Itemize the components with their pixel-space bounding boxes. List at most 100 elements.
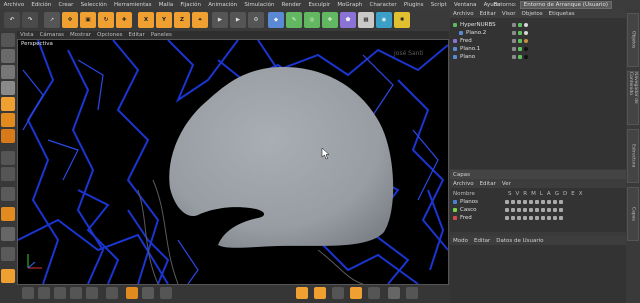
scene-floor-icon[interactable]: ▦: [358, 12, 374, 28]
layer-flag-icon[interactable]: [535, 199, 539, 204]
layer-menu-item-1[interactable]: Editar: [480, 181, 496, 187]
menu-item-7[interactable]: Animación: [205, 2, 241, 8]
right-tab[interactable]: Objetos: [627, 13, 639, 67]
layer-flag-icon[interactable]: [505, 215, 509, 220]
object-row[interactable]: Plano.1: [450, 45, 626, 52]
layer-flag-icon[interactable]: [511, 215, 515, 220]
right-tab[interactable]: Estructura: [627, 129, 639, 183]
object-row[interactable]: Plano.2: [450, 29, 626, 36]
texture-mode-icon[interactable]: [1, 65, 15, 79]
points-mode-icon[interactable]: [1, 97, 15, 111]
layer-flag-icon[interactable]: [553, 215, 557, 220]
layer-flag-icon[interactable]: [529, 207, 533, 212]
pen-spline-icon[interactable]: ✎: [286, 12, 302, 28]
workplane-icon[interactable]: [1, 81, 15, 95]
menu-item-1[interactable]: Edición: [28, 2, 55, 8]
layer-flag-icon[interactable]: [541, 207, 545, 212]
layer-flag-icon[interactable]: [523, 215, 527, 220]
menu-item-11[interactable]: MoGraph: [334, 2, 366, 8]
edges-mode-icon[interactable]: [1, 113, 15, 127]
menu-item-8[interactable]: Simulación: [241, 2, 278, 8]
next-frame-icon[interactable]: [70, 287, 82, 299]
layer-flag-icon[interactable]: [547, 215, 551, 220]
render-settings-icon[interactable]: ⚙: [248, 12, 264, 28]
solo-icon[interactable]: [1, 269, 15, 283]
object-menu-item-2[interactable]: Visor: [502, 11, 516, 17]
object-row[interactable]: HyperNURBS: [450, 21, 626, 28]
layer-flag-icon[interactable]: [523, 199, 527, 204]
key-param-icon[interactable]: [350, 287, 362, 299]
enabled-check-icon[interactable]: [518, 38, 522, 43]
visibility-toggle-icon[interactable]: [512, 30, 516, 35]
attribute-menu-item-2[interactable]: Datos de Usuario: [496, 238, 543, 244]
magnet-icon[interactable]: [1, 207, 15, 221]
timeline-settings-icon[interactable]: [406, 287, 418, 299]
layer-flag-icon[interactable]: [541, 215, 545, 220]
scheme-icon[interactable]: [388, 287, 400, 299]
enabled-check-icon[interactable]: [518, 46, 522, 51]
object-row[interactable]: Fred: [450, 37, 626, 44]
rotate-tool-icon[interactable]: ↻: [98, 12, 114, 28]
object-row[interactable]: Plano: [450, 53, 626, 60]
layer-color-swatch[interactable]: [453, 199, 457, 204]
object-menu-item-4[interactable]: Etiquetas: [549, 11, 575, 17]
snap-icon[interactable]: [1, 187, 15, 201]
camera-icon[interactable]: ◉: [376, 12, 392, 28]
make-editable-icon[interactable]: [1, 33, 15, 47]
enabled-check-icon[interactable]: [518, 22, 522, 27]
frame-start-icon[interactable]: [22, 287, 34, 299]
nurbs-icon[interactable]: ◎: [304, 12, 320, 28]
key-position-icon[interactable]: [296, 287, 308, 299]
layer-flag-icon[interactable]: [535, 207, 539, 212]
key-pla-icon[interactable]: [368, 287, 380, 299]
attribute-menu-item-1[interactable]: Editar: [474, 238, 490, 244]
layer-row[interactable]: Fred: [450, 214, 626, 221]
layer-flag-icon[interactable]: [553, 207, 557, 212]
loop-icon[interactable]: [106, 287, 118, 299]
viewport-menu-item-3[interactable]: Opciones: [94, 32, 125, 38]
visibility-toggle-icon[interactable]: [512, 54, 516, 59]
layer-flag-icon[interactable]: [559, 215, 563, 220]
visibility-toggle-icon[interactable]: [512, 22, 516, 27]
record-key-icon[interactable]: [126, 287, 138, 299]
menu-item-3[interactable]: Selección: [77, 2, 110, 8]
viewport-menu-item-1[interactable]: Cámaras: [37, 32, 67, 38]
select-arrow-icon[interactable]: ➚: [44, 12, 60, 28]
object-menu-item-0[interactable]: Archivo: [453, 11, 474, 17]
play-icon[interactable]: [54, 287, 66, 299]
layer-menu-item-0[interactable]: Archivo: [453, 181, 474, 187]
layer-flag-icon[interactable]: [529, 215, 533, 220]
key-rotation-icon[interactable]: [332, 287, 344, 299]
layer-flag-icon[interactable]: [547, 207, 551, 212]
keyframe-selection-icon[interactable]: [160, 287, 172, 299]
viewport-menu-item-0[interactable]: Vista: [17, 32, 37, 38]
object-menu-item-3[interactable]: Objetos: [522, 11, 543, 17]
attribute-menu-item-0[interactable]: Modo: [453, 238, 468, 244]
viewport[interactable]: Perspectiva José Santi: [17, 39, 449, 285]
helmet-model[interactable]: [169, 67, 394, 248]
model-mode-icon[interactable]: [1, 49, 15, 63]
scale-tool-icon[interactable]: ▣: [80, 12, 96, 28]
environment-dropdown[interactable]: Entorno de Arranque (Usuario): [519, 0, 612, 9]
menu-item-9[interactable]: Render: [278, 2, 305, 8]
menu-item-14[interactable]: Script: [427, 2, 450, 8]
object-menu-item-1[interactable]: Editar: [480, 11, 496, 17]
prev-frame-icon[interactable]: [38, 287, 50, 299]
render-view-icon[interactable]: ▶: [212, 12, 228, 28]
key-scale-icon[interactable]: [314, 287, 326, 299]
layer-flag-icon[interactable]: [541, 199, 545, 204]
layer-menu-item-2[interactable]: Ver: [502, 181, 511, 187]
frame-end-icon[interactable]: [86, 287, 98, 299]
enabled-check-icon[interactable]: [518, 30, 522, 35]
layer-flag-icon[interactable]: [505, 199, 509, 204]
tag-icon[interactable]: [524, 38, 528, 43]
menu-item-4[interactable]: Herramientas: [110, 2, 155, 8]
layer-flag-icon[interactable]: [523, 207, 527, 212]
transform-tool-icon[interactable]: ✚: [116, 12, 132, 28]
menu-item-13[interactable]: Plugins: [400, 2, 427, 8]
right-tab[interactable]: Capas: [627, 187, 639, 241]
cube-primitive-icon[interactable]: ◆: [268, 12, 284, 28]
layer-flag-icon[interactable]: [517, 215, 521, 220]
layer-flag-icon[interactable]: [511, 199, 515, 204]
coordinate-system-icon[interactable]: ⌖: [192, 12, 208, 28]
